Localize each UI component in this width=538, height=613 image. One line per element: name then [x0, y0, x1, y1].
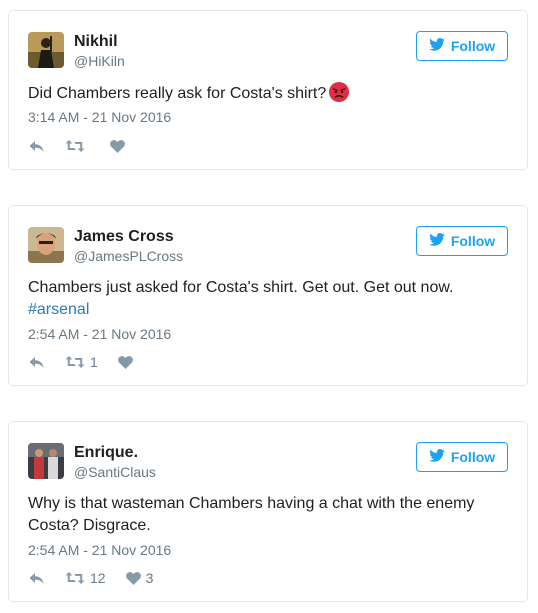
user-handle[interactable]: @JamesPLCross	[74, 248, 183, 264]
tweet-actions: 1	[28, 352, 158, 372]
retweet-count: 12	[90, 570, 106, 586]
avatar[interactable]	[28, 227, 64, 263]
tweet-actions: 12 3	[28, 568, 173, 588]
reply-icon	[29, 141, 44, 152]
hashtag-link[interactable]: #arsenal	[28, 301, 89, 318]
user-handle[interactable]: @HiKiln	[74, 53, 125, 69]
like-button[interactable]	[110, 139, 130, 153]
like-count: 3	[145, 570, 154, 586]
tweet-text-body: Chambers just asked for Costa's shirt. G…	[28, 279, 454, 296]
reply-button[interactable]	[28, 571, 45, 585]
retweet-icon	[65, 356, 85, 368]
user-name[interactable]: James Cross	[74, 228, 174, 246]
tweet-card: Nikhil @HiKiln Follow Did Chambers reall…	[8, 10, 528, 170]
reply-icon	[29, 573, 44, 584]
avatar[interactable]	[28, 443, 64, 479]
angry-face-icon	[329, 82, 350, 102]
follow-label: Follow	[450, 449, 496, 465]
timestamp[interactable]: 3:14 AM - 21 Nov 2016	[28, 109, 171, 125]
like-button[interactable]	[117, 355, 138, 369]
retweet-icon	[65, 140, 85, 152]
heart-icon	[110, 139, 125, 153]
tweet-card: Enrique. @SantiClaus Follow Why is that …	[8, 421, 528, 602]
retweet-button[interactable]: 1	[65, 354, 98, 370]
timestamp[interactable]: 2:54 AM - 21 Nov 2016	[28, 326, 171, 342]
follow-button[interactable]: Follow	[416, 442, 508, 472]
follow-button[interactable]: Follow	[416, 31, 508, 61]
twitter-bird-icon	[429, 38, 445, 54]
user-handle[interactable]: @SantiClaus	[74, 464, 156, 480]
tweet-text: Did Chambers really ask for Costa's shir…	[28, 82, 498, 105]
user-name[interactable]: Enrique.	[74, 444, 138, 462]
tweet-actions	[28, 136, 150, 156]
tweet-text-body: Did Chambers really ask for Costa's shir…	[28, 85, 327, 102]
reply-icon	[29, 357, 44, 368]
tweet-card: James Cross @JamesPLCross Follow Chamber…	[8, 205, 528, 386]
avatar[interactable]	[28, 32, 64, 68]
retweet-button[interactable]: 12	[65, 570, 106, 586]
follow-label: Follow	[450, 233, 496, 249]
retweet-icon	[65, 572, 85, 584]
timestamp[interactable]: 2:54 AM - 21 Nov 2016	[28, 542, 171, 558]
retweet-button[interactable]	[65, 139, 90, 153]
like-button[interactable]: 3	[125, 570, 154, 586]
tweet-text: Chambers just asked for Costa's shirt. G…	[28, 277, 498, 321]
user-name[interactable]: Nikhil	[74, 33, 118, 51]
twitter-bird-icon	[429, 449, 445, 465]
reply-button[interactable]	[28, 355, 45, 369]
heart-icon	[125, 571, 141, 585]
follow-button[interactable]: Follow	[416, 226, 508, 256]
reply-button[interactable]	[28, 139, 45, 153]
heart-icon	[117, 355, 133, 369]
retweet-count: 1	[90, 354, 98, 370]
twitter-bird-icon	[429, 233, 445, 249]
tweet-text: Why is that wasteman Chambers having a c…	[28, 495, 475, 534]
follow-label: Follow	[450, 38, 496, 54]
